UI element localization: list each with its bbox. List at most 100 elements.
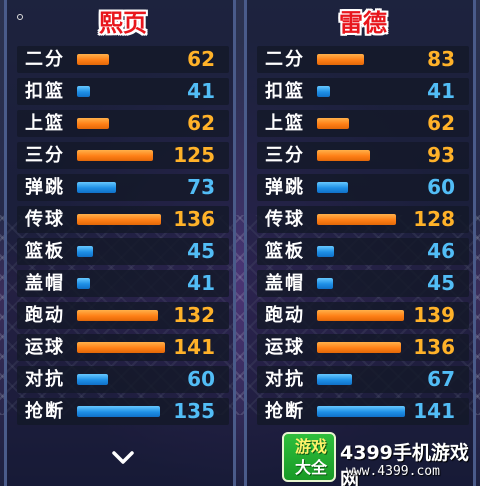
stat-bar	[77, 246, 93, 257]
stat-label: 对抗	[265, 369, 305, 390]
stat-row: 跑动 139	[257, 302, 469, 329]
stat-row: 抢断 141	[257, 398, 469, 425]
watermark-logo-line2: 大全	[294, 458, 327, 477]
stat-bar	[317, 406, 405, 417]
stat-label: 扣篮	[25, 81, 65, 102]
stat-row: 扣篮 41	[17, 78, 229, 105]
stat-value: 93	[427, 143, 455, 167]
stat-value: 45	[187, 239, 215, 263]
stat-label: 扣篮	[265, 81, 305, 102]
stat-row: 对抗 67	[257, 366, 469, 393]
stat-value: 141	[413, 399, 455, 423]
stat-label: 上篮	[25, 113, 65, 134]
stat-bar	[317, 246, 334, 257]
stat-bar	[77, 214, 161, 225]
stat-bar	[317, 86, 330, 97]
stat-bar	[77, 374, 108, 385]
stat-row: 盖帽 41	[17, 270, 229, 297]
stat-label: 传球	[265, 209, 305, 230]
watermark-url: www.4399.com	[346, 464, 440, 479]
stat-row: 篮板 45	[17, 238, 229, 265]
stat-value: 125	[173, 143, 215, 167]
left-player-panel: 熙页 二分 62 扣篮 41 上篮 62 三分 125 弹跳 73 传球 136 篮板 45 盖帽 41 跑动 1…	[4, 0, 236, 486]
stat-bar	[317, 118, 349, 129]
stat-label: 抢断	[25, 401, 65, 422]
stat-bar	[77, 406, 160, 417]
stat-label: 盖帽	[25, 273, 65, 294]
stat-bar	[317, 374, 352, 385]
right-player-panel: 雷德 二分 83 扣篮 41 上篮 62 三分 93 弹跳 60 传球 128 篮板 46 盖帽 45 跑动 13…	[244, 0, 476, 486]
stat-value: 67	[427, 367, 455, 391]
stat-value: 128	[413, 207, 455, 231]
stat-label: 篮板	[25, 241, 65, 262]
stat-bar	[317, 182, 348, 193]
stat-row: 篮板 46	[257, 238, 469, 265]
stat-label: 上篮	[265, 113, 305, 134]
stat-label: 三分	[265, 145, 305, 166]
stat-label: 篮板	[265, 241, 305, 262]
stat-value: 139	[413, 303, 455, 327]
stat-label: 二分	[265, 49, 305, 70]
stat-row: 运球 136	[257, 334, 469, 361]
stat-row: 弹跳 73	[17, 174, 229, 201]
stat-value: 83	[427, 47, 455, 71]
stat-row: 上篮 62	[17, 110, 229, 137]
stat-row: 三分 93	[257, 142, 469, 169]
stat-row: 抢断 135	[17, 398, 229, 425]
stat-value: 60	[427, 175, 455, 199]
stat-label: 运球	[25, 337, 65, 358]
stat-value: 41	[187, 271, 215, 295]
stat-row: 盖帽 45	[257, 270, 469, 297]
chevron-down-icon[interactable]	[111, 450, 135, 466]
stat-value: 62	[187, 47, 215, 71]
stat-row: 跑动 132	[17, 302, 229, 329]
stat-label: 盖帽	[265, 273, 305, 294]
watermark-logo-line1: 游戏	[294, 437, 327, 456]
stat-label: 三分	[25, 145, 65, 166]
stat-bar	[317, 214, 396, 225]
stat-bar	[77, 342, 165, 353]
stat-label: 对抗	[25, 369, 65, 390]
right-player-name: 雷德	[339, 9, 387, 37]
stat-row: 三分 125	[17, 142, 229, 169]
stat-row: 对抗 60	[17, 366, 229, 393]
watermark-logo: 游戏 大全	[282, 432, 336, 482]
stat-bar	[317, 54, 364, 65]
stat-bar	[77, 86, 90, 97]
stat-value: 60	[187, 367, 215, 391]
stat-bar	[77, 182, 116, 193]
stat-value: 132	[173, 303, 215, 327]
stat-row: 传球 128	[257, 206, 469, 233]
stat-value: 136	[173, 207, 215, 231]
stat-bar	[77, 310, 158, 321]
stat-row: 运球 141	[17, 334, 229, 361]
stat-label: 跑动	[265, 305, 305, 326]
stat-value: 45	[427, 271, 455, 295]
left-player-name: 熙页	[99, 9, 147, 37]
stat-label: 运球	[265, 337, 305, 358]
stat-value: 62	[187, 111, 215, 135]
stat-value: 41	[187, 79, 215, 103]
stat-label: 跑动	[25, 305, 65, 326]
stat-bar	[77, 150, 153, 161]
stat-label: 抢断	[265, 401, 305, 422]
stat-label: 传球	[25, 209, 65, 230]
watermark: 游戏 大全 4399手机游戏网 www.4399.com	[282, 428, 480, 486]
stat-value: 73	[187, 175, 215, 199]
stat-value: 141	[173, 335, 215, 359]
stat-row: 上篮 62	[257, 110, 469, 137]
stat-row: 扣篮 41	[257, 78, 469, 105]
stat-bar	[317, 310, 404, 321]
stat-bar	[77, 118, 109, 129]
stat-value: 62	[427, 111, 455, 135]
stat-label: 二分	[25, 49, 65, 70]
stat-label: 弹跳	[25, 177, 65, 198]
stat-value: 46	[427, 239, 455, 263]
stat-value: 135	[173, 399, 215, 423]
stat-value: 136	[413, 335, 455, 359]
stat-bar	[317, 342, 401, 353]
stat-row: 二分 83	[257, 46, 469, 73]
stat-value: 41	[427, 79, 455, 103]
stat-row: 二分 62	[17, 46, 229, 73]
stat-bar	[77, 278, 90, 289]
